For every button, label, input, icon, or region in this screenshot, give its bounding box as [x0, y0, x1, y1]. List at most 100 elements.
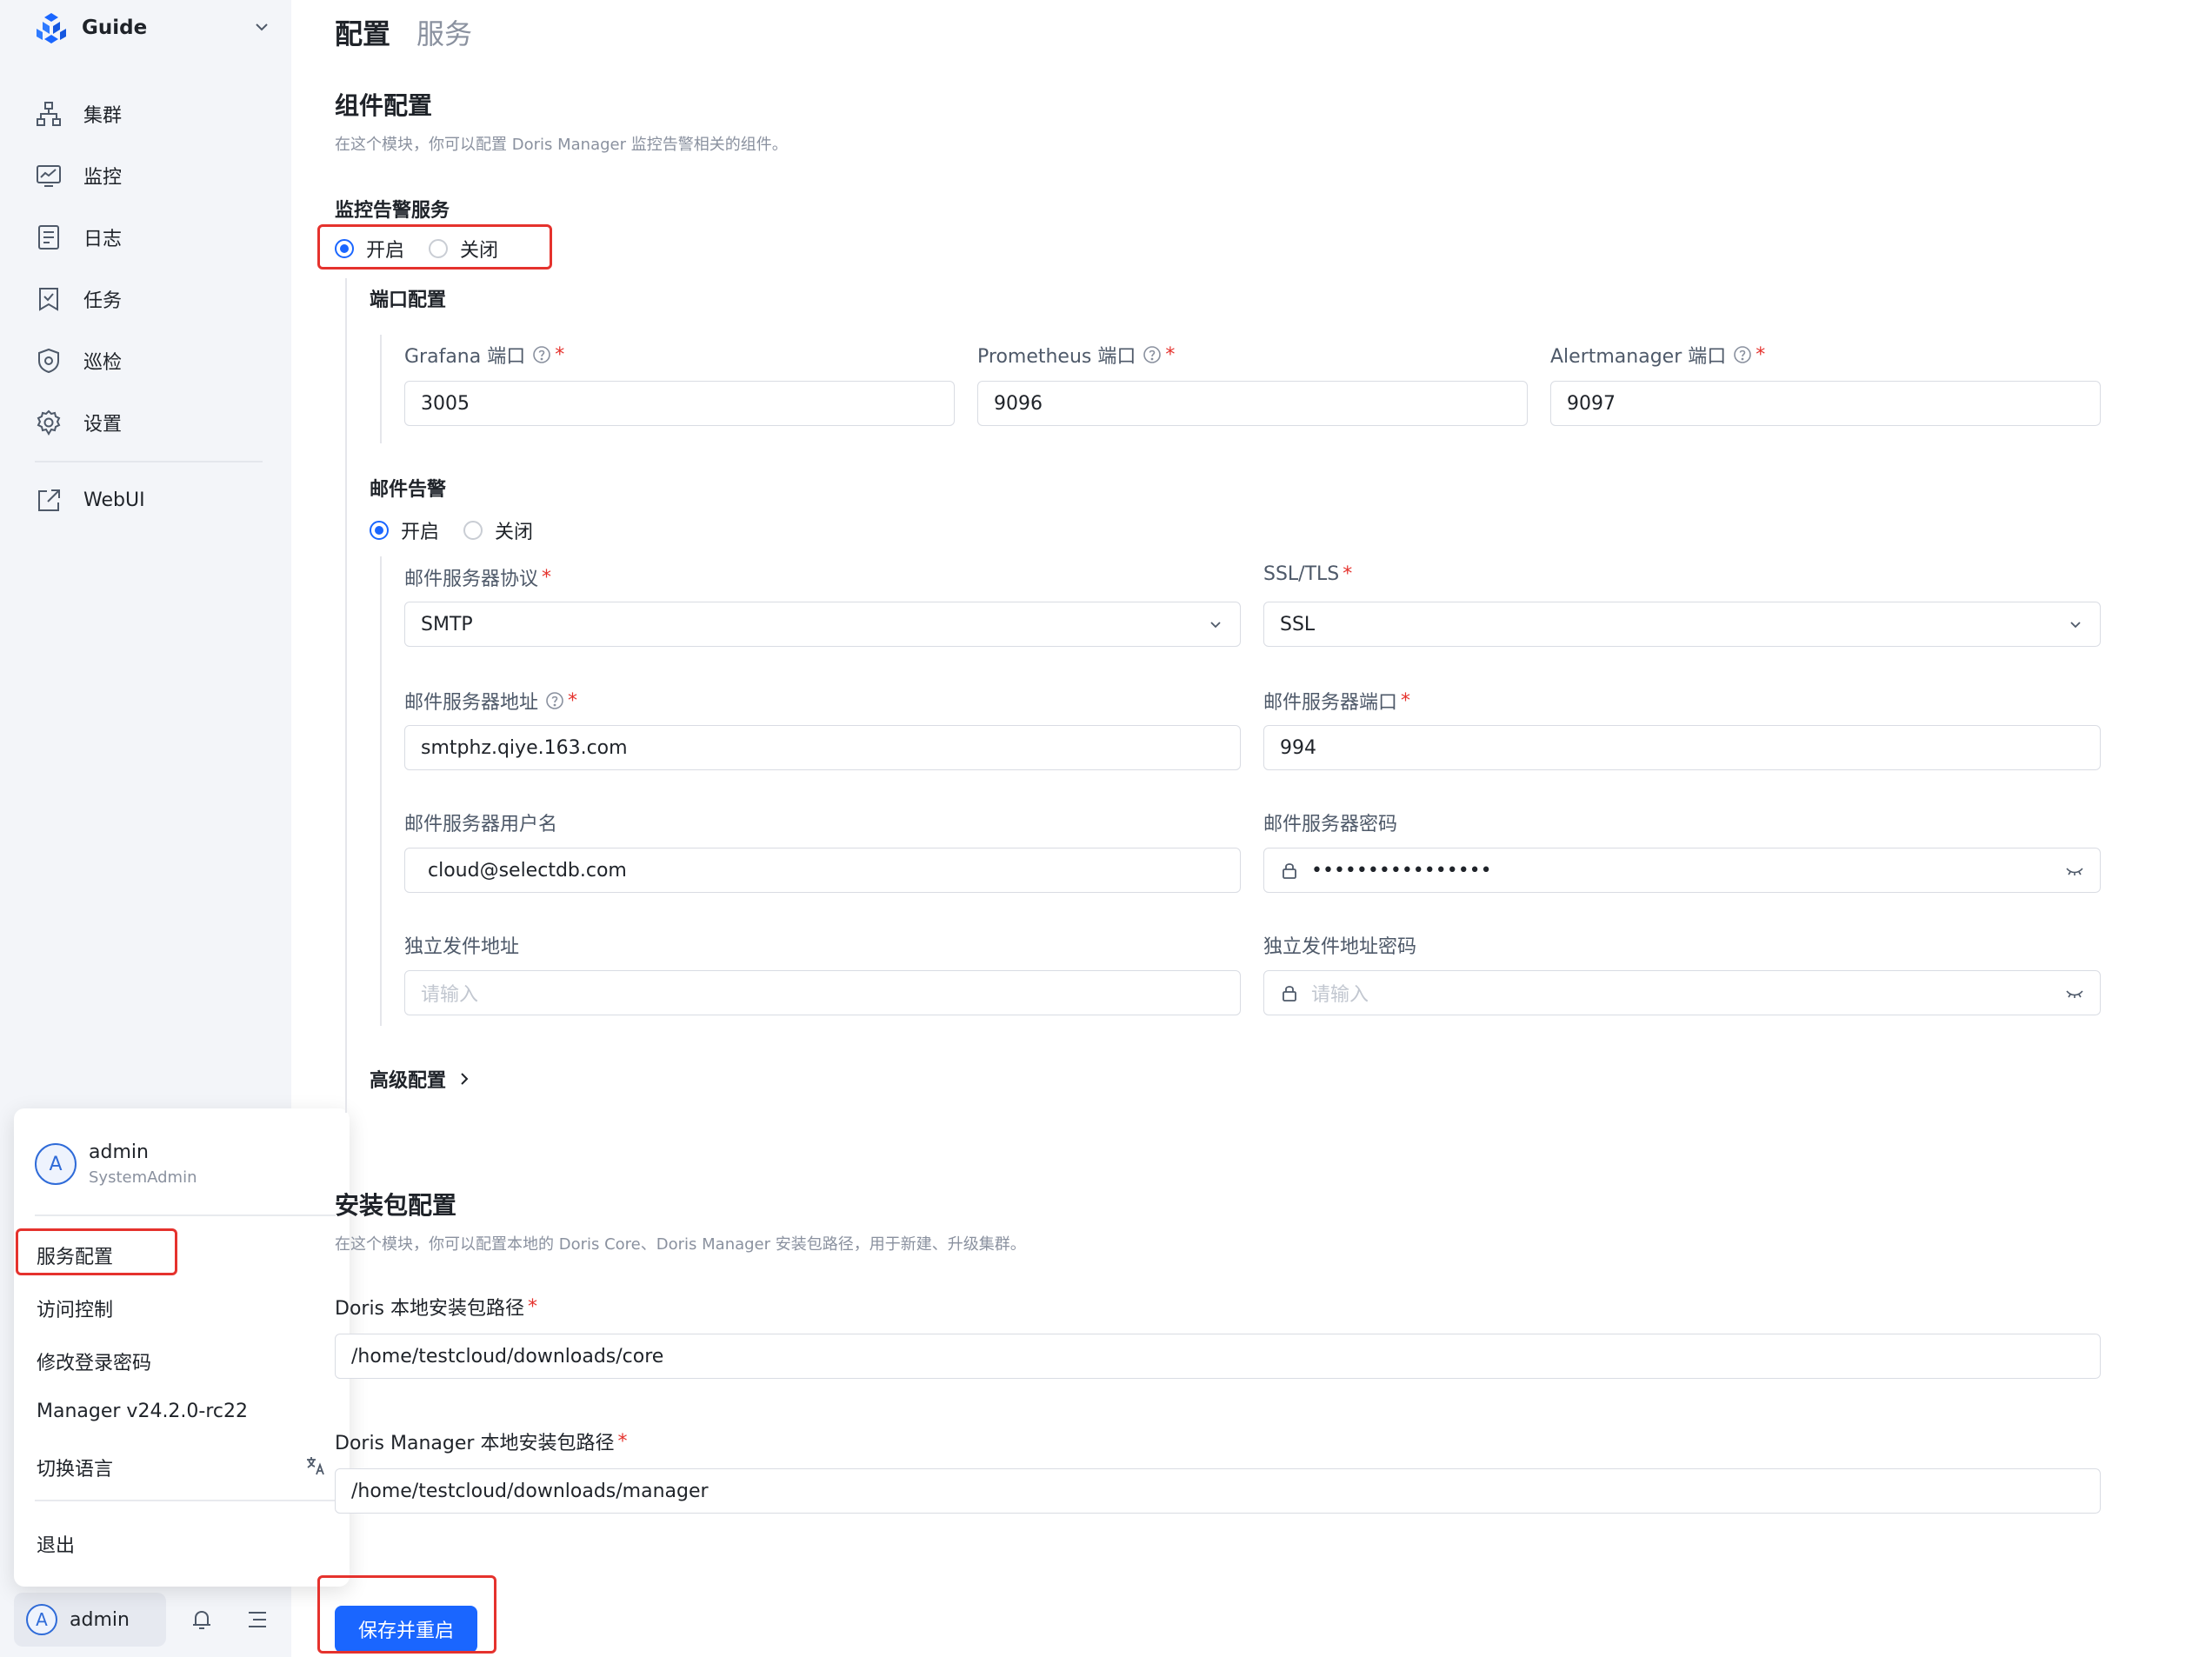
- user-menu-button[interactable]: A admin: [14, 1593, 166, 1647]
- required-mark: *: [568, 689, 578, 712]
- radio-checked: [370, 521, 389, 540]
- menu-icon[interactable]: [244, 1607, 270, 1633]
- select-value: SMTP: [421, 613, 473, 636]
- eye-closed-icon[interactable]: [2065, 985, 2084, 1002]
- package-config-desc: 在这个模块，你可以配置本地的 Doris Core、Doris Manager …: [335, 1235, 1026, 1254]
- avatar: A: [35, 1143, 77, 1185]
- radio-unchecked: [463, 521, 483, 540]
- highlight-box-save: [317, 1575, 496, 1654]
- sender-address-label: 独立发件地址: [404, 931, 519, 959]
- menu-item-switch-language[interactable]: 切换语言: [37, 1454, 113, 1481]
- sidebar-item-webui[interactable]: WebUI: [35, 469, 270, 531]
- monitor-service-label: 监控告警服务: [335, 200, 450, 222]
- sidebar-nav: 集群 监控 日志 任务 巡检 设置: [35, 83, 270, 453]
- field-label-text: Prometheus 端口: [977, 346, 1136, 368]
- required-mark: *: [528, 1295, 538, 1318]
- help-icon[interactable]: [1733, 345, 1752, 364]
- chevron-right-icon: [461, 1073, 469, 1085]
- package-config-title: 安装包配置: [335, 1191, 457, 1220]
- tab-service[interactable]: 服务: [416, 12, 472, 52]
- alertmanager-port-input[interactable]: 9097: [1550, 381, 2101, 426]
- sidebar-item-log[interactable]: 日志: [35, 206, 270, 268]
- required-mark: *: [1343, 563, 1353, 585]
- eye-closed-icon[interactable]: [2065, 862, 2084, 880]
- component-config-title: 组件配置: [335, 91, 433, 120]
- protocol-select[interactable]: SMTP: [404, 602, 1241, 647]
- prometheus-port-input[interactable]: 9096: [977, 381, 1528, 426]
- monitor-icon: [37, 164, 61, 187]
- cluster-icon: [37, 101, 61, 126]
- grafana-port-input[interactable]: 3005: [404, 381, 955, 426]
- required-mark: *: [1165, 343, 1176, 366]
- mail-alert-title: 邮件告警: [370, 479, 447, 501]
- sidebar-item-settings[interactable]: 设置: [35, 391, 270, 453]
- chevron-down-icon: [256, 23, 268, 31]
- menu-item-logout[interactable]: 退出: [37, 1530, 75, 1558]
- username-input[interactable]: cloud@selectdb.com: [404, 848, 1241, 893]
- external-link-icon: [38, 489, 60, 511]
- required-mark: *: [555, 343, 565, 366]
- placeholder-text: 请输入: [1311, 984, 1369, 1006]
- password-input[interactable]: ••••••••••••••••: [1263, 848, 2101, 893]
- user-chip-name: admin: [70, 1608, 130, 1631]
- menu-item-access-control[interactable]: 访问控制: [37, 1294, 113, 1322]
- sidebar-item-label: 集群: [83, 104, 123, 127]
- required-mark: *: [617, 1430, 628, 1453]
- chevron-down-icon: [2070, 622, 2081, 629]
- sidebar-item-task[interactable]: 任务: [35, 268, 270, 329]
- sidebar-item-inspect[interactable]: 巡检: [35, 329, 270, 391]
- chevron-down-icon: [1210, 622, 1221, 629]
- advanced-config-toggle[interactable]: 高级配置: [370, 1065, 472, 1093]
- help-icon[interactable]: [545, 691, 564, 710]
- sender-address-input[interactable]: 请输入: [404, 970, 1241, 1015]
- server-address-input[interactable]: smtphz.qiye.163.com: [404, 725, 1241, 770]
- bell-icon[interactable]: [189, 1607, 215, 1633]
- brand-title: Guide: [82, 17, 148, 39]
- gear-icon: [37, 409, 61, 436]
- help-icon[interactable]: [532, 345, 551, 364]
- log-icon: [38, 224, 59, 250]
- mail-alert-radio-group: 开启 关闭: [370, 516, 557, 544]
- sender-password-label: 独立发件地址密码: [1263, 931, 1416, 959]
- field-label-text: SSL/TLS: [1263, 563, 1340, 585]
- core-path-input[interactable]: /home/testcloud/downloads/core: [335, 1334, 2101, 1379]
- sidebar-item-label: 日志: [83, 228, 123, 250]
- sidebar-item-monitor[interactable]: 监控: [35, 144, 270, 206]
- radio-label: 开启: [401, 522, 440, 543]
- tab-config[interactable]: 配置: [335, 12, 390, 52]
- select-value: SSL: [1280, 613, 1316, 636]
- top-tabs: 配置 服务: [335, 12, 472, 52]
- prometheus-port-label: Prometheus 端口 *: [977, 341, 1175, 369]
- field-label-text: 独立发件地址: [404, 936, 520, 958]
- field-label-text: 邮件服务器密码: [1263, 814, 1398, 835]
- sender-password-input[interactable]: 请输入: [1263, 970, 2101, 1015]
- manager-path-input[interactable]: /home/testcloud/downloads/manager: [335, 1468, 2101, 1514]
- protocol-label: 邮件服务器协议 *: [404, 563, 551, 591]
- core-path-label: Doris 本地安装包路径 *: [335, 1293, 537, 1321]
- sidebar-bottom-bar: A admin: [14, 1593, 275, 1647]
- brand-switcher[interactable]: Guide: [35, 10, 270, 45]
- required-mark: *: [1401, 689, 1411, 712]
- field-label-text: Doris 本地安装包路径: [335, 1298, 525, 1320]
- sidebar-item-cluster[interactable]: 集群: [35, 83, 270, 144]
- sidebar-item-label: 任务: [83, 289, 123, 312]
- main-content: 配置 服务 组件配置 在这个模块，你可以配置 Doris Manager 监控告…: [291, 0, 2212, 1657]
- port-guide-line: [380, 335, 382, 443]
- field-label-text: 邮件服务器端口: [1263, 692, 1398, 714]
- radio-label: 关闭: [495, 522, 534, 543]
- grafana-port-label: Grafana 端口 *: [404, 341, 564, 369]
- server-address-label: 邮件服务器地址 *: [404, 687, 577, 715]
- lock-icon: [1283, 986, 1296, 1002]
- ssl-select[interactable]: SSL: [1263, 602, 2101, 647]
- mail-guide-line: [380, 556, 382, 1026]
- password-label: 邮件服务器密码: [1263, 809, 1397, 836]
- mail-off-radio[interactable]: 关闭: [463, 516, 533, 544]
- help-icon[interactable]: [1143, 345, 1162, 364]
- menu-item-change-password[interactable]: 修改登录密码: [37, 1348, 151, 1375]
- inspect-icon: [38, 348, 59, 373]
- field-label-text: 邮件服务器协议: [404, 569, 539, 590]
- advanced-config-label: 高级配置: [370, 1070, 447, 1092]
- server-port-input[interactable]: 994: [1263, 725, 2101, 770]
- required-mark: *: [1756, 343, 1766, 366]
- mail-on-radio[interactable]: 开启: [370, 516, 439, 544]
